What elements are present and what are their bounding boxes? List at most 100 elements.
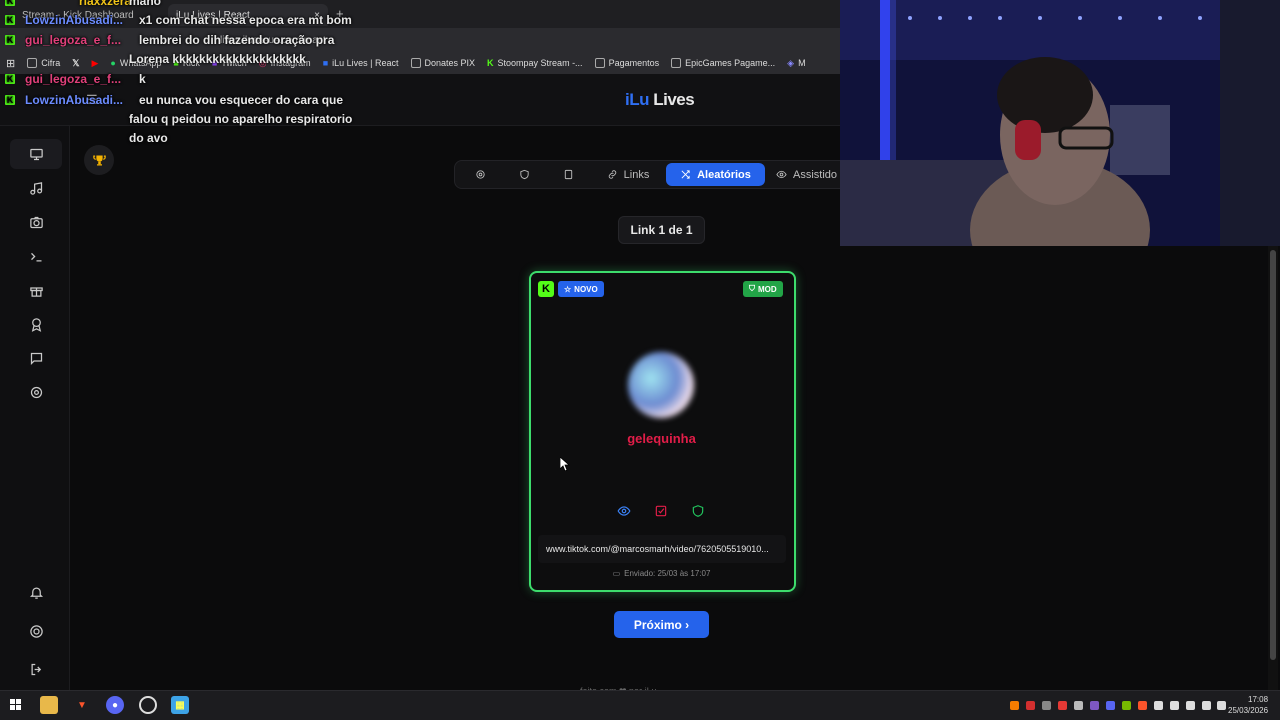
shuffle-icon (681, 170, 690, 179)
chat-message-continuation: falou q peidou no aparelho respiratorio (129, 112, 353, 126)
sidebar-item-camera[interactable] (10, 207, 62, 237)
chat-message-continuation: do avo (129, 131, 168, 145)
bookmark-x[interactable]: 𝕏 (72, 58, 79, 69)
brave-browser-icon[interactable]: ▼ (73, 696, 91, 714)
bookmark-epicgames[interactable]: EpicGames Pagame... (671, 58, 775, 68)
youtube-icon: ▶ (91, 57, 99, 68)
sidebar-item-logout[interactable] (10, 654, 62, 684)
trophy-icon[interactable] (84, 145, 114, 175)
sent-timestamp: ▭ Enviado: 25/03 às 17:07 (612, 569, 711, 578)
bookmark-pagamentos[interactable]: Pagamentos (594, 58, 659, 68)
sidebar-item-chat[interactable] (10, 343, 62, 373)
kick-icon: K (5, 15, 15, 25)
tray-nvidia-icon[interactable] (1122, 701, 1131, 710)
tray-battery-icon[interactable] (1154, 701, 1163, 710)
taskbar (0, 690, 1280, 720)
calendar-icon: ▭ (612, 569, 621, 578)
tray-app-icon[interactable] (1074, 701, 1083, 710)
bookmark-ilu-lives[interactable]: ■ iLu Lives | React (323, 58, 399, 68)
mark-done-button[interactable] (654, 504, 670, 520)
tray-mic-icon[interactable] (1170, 701, 1179, 710)
bookmark-m[interactable]: ◈ M (787, 58, 805, 69)
ilu-icon: ■ (322, 58, 329, 68)
gear-icon (30, 386, 42, 398)
gear-icon (475, 170, 485, 179)
taskbar-clock[interactable]: 17:08 25/03/2026 (1228, 694, 1268, 716)
gift-icon (29, 286, 43, 297)
tray-mic-icon[interactable] (1026, 701, 1035, 710)
sidebar-item-notifications[interactable] (10, 577, 62, 607)
kick-icon: K (5, 35, 15, 45)
app-logo[interactable]: iLu Lives (625, 90, 695, 110)
x-icon: 𝕏 (72, 57, 80, 68)
tray-network-icon[interactable] (1202, 701, 1211, 710)
tray-app-icon[interactable] (1010, 701, 1019, 710)
eye-icon (617, 506, 631, 516)
mod-action-button[interactable] (691, 504, 707, 520)
tab-aleatorios[interactable]: Aleatórios (666, 163, 765, 186)
bell-icon (29, 587, 43, 599)
view-button[interactable] (617, 504, 633, 520)
tray-volume-icon[interactable] (1217, 701, 1226, 710)
folder-icon (27, 58, 38, 68)
chat-message: K rlaxxzera mano (5, 0, 161, 8)
webcam-feed (840, 0, 1280, 246)
tray-record-icon[interactable] (1058, 701, 1067, 710)
star-icon: ☆ (564, 284, 572, 294)
tab-tablet[interactable] (554, 163, 582, 186)
chat-message: K gui_legoza_e_f... lembrei do dih fazen… (5, 33, 335, 47)
shield-icon (519, 169, 529, 180)
mouse-cursor-icon (559, 456, 571, 476)
tray-app-icon[interactable] (1042, 701, 1051, 710)
sidebar-item-monitor[interactable] (10, 139, 62, 169)
tab-shield[interactable] (510, 163, 538, 186)
link-icon (608, 170, 616, 179)
obs-icon[interactable] (139, 696, 157, 714)
tab-settings[interactable] (466, 163, 494, 186)
bookmark-youtube[interactable]: ▶ (92, 58, 99, 69)
sidebar-item-settings[interactable] (10, 377, 62, 407)
next-button[interactable]: Próximo › (614, 611, 709, 638)
tab-links[interactable]: Links (598, 163, 658, 186)
shield-icon (692, 505, 704, 517)
sidebar-item-gift[interactable] (10, 275, 62, 305)
tray-wifi-icon[interactable] (1186, 701, 1195, 710)
sidebar-item-terminal[interactable] (10, 241, 62, 271)
chat-message-continuation: Lorena kkkkkkkkkkkkkkkkkkkk (129, 52, 306, 66)
camera-icon (29, 216, 43, 228)
sidebar-item-award[interactable] (10, 309, 62, 339)
mod-badge: ⛉ MOD (743, 281, 783, 297)
music-icon (29, 181, 42, 195)
link-url[interactable]: www.tiktok.com/@marcosmarh/video/7620505… (538, 535, 786, 563)
tray-brave-icon[interactable] (1138, 701, 1147, 710)
app-icon[interactable]: ▦ (171, 696, 189, 714)
tray-app-icon[interactable] (1090, 701, 1099, 710)
checkbox-icon (655, 505, 667, 517)
link-counter: Link 1 de 1 (618, 216, 705, 244)
chat-icon (30, 352, 42, 365)
chat-message: K gui_legoza_e_f... k (5, 72, 146, 86)
bookmark-donates-pix[interactable]: Donates PIX (410, 58, 475, 68)
monitor-icon (29, 148, 43, 160)
sidebar-item-help[interactable] (10, 616, 62, 646)
tray-discord-icon[interactable] (1106, 701, 1115, 710)
tab-assistido[interactable]: Assistido (776, 163, 840, 186)
globe-icon: ◈ (787, 57, 795, 68)
username[interactable]: gelequinha (560, 431, 763, 446)
sidebar-item-music[interactable] (10, 173, 62, 203)
kick-icon: K (5, 95, 15, 105)
kick-icon: K (487, 58, 494, 68)
folder-icon (410, 58, 421, 68)
apps-grid-icon[interactable]: ⊞ (6, 57, 15, 70)
chat-message: K LowzinAbusadi... eu nunca vou esquecer… (5, 93, 344, 107)
scrollbar-thumb[interactable] (1270, 250, 1276, 660)
file-explorer-icon[interactable] (40, 696, 58, 714)
folder-icon (671, 58, 682, 68)
whatsapp-icon: ● (110, 58, 116, 68)
bookmark-cifra[interactable]: Cifra (27, 58, 60, 68)
avatar (628, 352, 694, 418)
discord-icon[interactable]: ● (106, 696, 124, 714)
logout-icon (31, 663, 41, 675)
bookmark-stoompay[interactable]: K Stoompay Stream -... (487, 58, 583, 68)
windows-start-icon[interactable] (7, 696, 25, 714)
